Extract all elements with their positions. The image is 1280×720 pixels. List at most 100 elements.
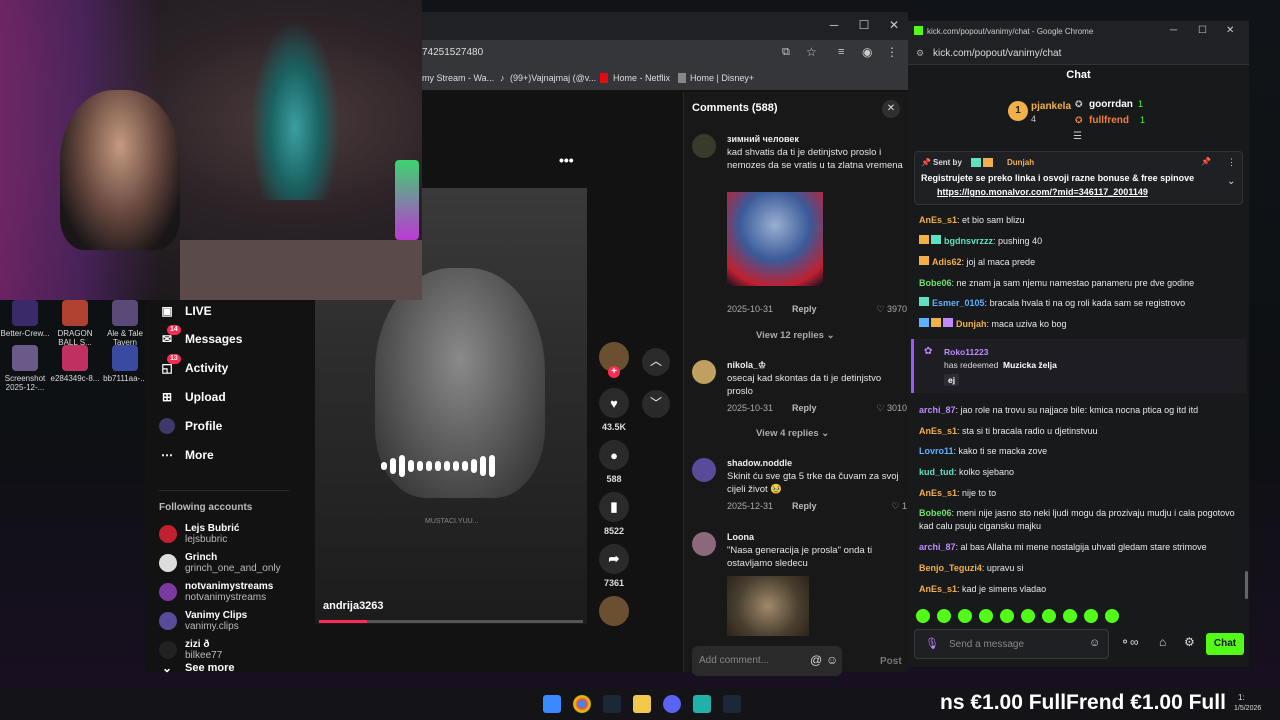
address-bar[interactable]: 74251527480 ⧉ ☆ ≡ ◉ ⋮: [422, 40, 908, 68]
comment-like-button[interactable]: ♡ 3970: [876, 304, 907, 315]
video-author[interactable]: andrija3263: [323, 600, 384, 612]
chat-username[interactable]: Bobe06: [919, 508, 952, 518]
comment-author[interactable]: зимний человек: [727, 134, 799, 144]
bookmark-item[interactable]: (99+)Vajnajmaj (@v...: [510, 73, 596, 83]
sound-avatar[interactable]: [597, 596, 631, 630]
emote-icon[interactable]: [979, 609, 993, 623]
chevron-down-icon[interactable]: ⌄: [1227, 176, 1235, 187]
avatar[interactable]: [692, 532, 716, 556]
chat-username[interactable]: Bobe06: [919, 278, 952, 288]
close-icon[interactable]: ✕: [886, 18, 902, 32]
emote-icon[interactable]: [1000, 609, 1014, 623]
store-icon[interactable]: ⌂: [1159, 635, 1166, 649]
close-icon[interactable]: ✕: [1226, 25, 1234, 36]
emote-icon[interactable]: [1021, 609, 1035, 623]
chat-username[interactable]: AnEs_s1: [919, 584, 957, 594]
comment-like-button[interactable]: ♡ 3010: [876, 403, 907, 414]
emote-icon[interactable]: [916, 609, 930, 623]
chat-username[interactable]: kud_tud: [919, 467, 954, 477]
leaderboard-name[interactable]: pjankela: [1031, 101, 1071, 112]
next-video-button[interactable]: ﹀: [642, 390, 670, 418]
avatar[interactable]: [692, 134, 716, 158]
chat-username[interactable]: Benjo_Teguzi4: [919, 563, 982, 573]
bookmark-item[interactable]: my Stream - Wa...: [422, 73, 494, 83]
creator-avatar[interactable]: +: [597, 342, 631, 378]
see-more-link[interactable]: ⌄ See more: [159, 657, 235, 679]
unpin-icon[interactable]: 📌: [1201, 157, 1211, 166]
nav-live[interactable]: ▣ LIVE: [159, 300, 211, 322]
avatar[interactable]: [692, 458, 716, 482]
comment-author[interactable]: shadow.noddle: [727, 458, 792, 468]
view-replies-button[interactable]: View 4 replies ⌄: [756, 428, 829, 439]
pinned-user[interactable]: Dunjah: [1007, 158, 1034, 167]
app-icon[interactable]: [693, 695, 711, 713]
save-button[interactable]: ▮ 8522: [597, 492, 631, 536]
chat-username[interactable]: AnEs_s1: [919, 426, 957, 436]
site-settings-icon[interactable]: ⚙: [916, 48, 924, 59]
following-account[interactable]: Lejs Bubrić lejsbubric: [159, 520, 239, 548]
minimize-icon[interactable]: ─: [1170, 25, 1177, 36]
comment-author[interactable]: Loona: [727, 532, 754, 542]
following-account[interactable]: Grinch grinch_one_and_only: [159, 549, 281, 577]
address-bar[interactable]: ⚙ kick.com/popout/vanimy/chat: [908, 43, 1249, 65]
maximize-icon[interactable]: ☐: [856, 18, 872, 32]
pinned-menu-icon[interactable]: ⋮: [1227, 157, 1236, 168]
expand-leaderboard-icon[interactable]: ☰: [1073, 131, 1082, 142]
pinned-link[interactable]: https://lgno.monalvor.com/?mid=346117_20…: [937, 187, 1148, 197]
nav-more[interactable]: ⋯ More: [159, 444, 214, 466]
chat-username[interactable]: Esmer_0105: [932, 298, 985, 308]
chat-username[interactable]: AnEs_s1: [919, 488, 957, 498]
post-button[interactable]: Post: [880, 656, 902, 667]
previous-video-button[interactable]: ︿: [642, 348, 670, 376]
nav-activity[interactable]: ◱ 13 Activity: [159, 354, 228, 379]
nav-messages[interactable]: ✉ 14 Messages: [159, 325, 242, 350]
mention-icon[interactable]: @: [810, 653, 822, 667]
discord-icon[interactable]: [663, 695, 681, 713]
steam-icon[interactable]: [603, 695, 621, 713]
chat-username[interactable]: Lovro11: [919, 446, 954, 456]
video-progress-track[interactable]: [319, 620, 583, 623]
view-replies-button[interactable]: View 12 replies ⌄: [756, 330, 835, 341]
desktop-icon[interactable]: Better-Crew...: [0, 300, 50, 338]
comment-image[interactable]: [727, 576, 809, 636]
settings-icon[interactable]: ⚙: [1184, 635, 1195, 649]
desktop-icon[interactable]: DRAGON BALL S...: [50, 300, 100, 347]
reply-button[interactable]: Reply: [792, 304, 817, 314]
steam-icon[interactable]: [723, 695, 741, 713]
close-comments-button[interactable]: ✕: [882, 100, 900, 118]
chat-username[interactable]: AnEs_s1: [919, 215, 957, 225]
like-button[interactable]: ♥ 43.5K: [597, 388, 631, 432]
send-chat-button[interactable]: Chat: [1206, 633, 1244, 655]
channel-points-icon[interactable]: ⚬∞: [1120, 635, 1139, 649]
comment-image[interactable]: [727, 192, 823, 286]
chat-username[interactable]: archi_87: [919, 542, 956, 552]
bookmark-star-icon[interactable]: ☆: [806, 45, 817, 59]
desktop-icon[interactable]: Ale & Tale Tavern: [100, 300, 150, 347]
following-account[interactable]: notvanimystreams notvanimystreams: [159, 578, 273, 606]
reply-button[interactable]: Reply: [792, 403, 817, 413]
reply-button[interactable]: Reply: [792, 501, 817, 511]
share-button[interactable]: ➦ 7361: [597, 544, 631, 588]
maximize-icon[interactable]: ☐: [1198, 25, 1207, 36]
bookmark-item[interactable]: Home - Netflix: [613, 73, 670, 83]
windows-start-icon[interactable]: [543, 695, 561, 713]
emoji-icon[interactable]: ☺: [826, 653, 838, 667]
nav-upload[interactable]: ⊞ Upload: [159, 386, 226, 408]
chrome-icon[interactable]: [573, 695, 591, 713]
comment-input[interactable]: Add comment... @ ☺: [692, 646, 842, 676]
desktop-icon[interactable]: e284349c-8...: [50, 345, 100, 383]
comment-author[interactable]: nikola_♔: [727, 360, 766, 371]
leaderboard-name[interactable]: fullfrend: [1089, 115, 1129, 126]
install-app-icon[interactable]: ⧉: [782, 46, 790, 59]
chat-username[interactable]: bgdnsvrzzz: [944, 236, 993, 246]
desktop-icon[interactable]: Screenshot 2025-12-...: [0, 345, 50, 392]
bookmark-item[interactable]: Home | Disney+: [690, 73, 754, 83]
emoji-icon[interactable]: ☺: [1089, 637, 1100, 649]
emote-icon[interactable]: [1042, 609, 1056, 623]
microphone-icon[interactable]: 🎙: [925, 637, 939, 650]
file-explorer-icon[interactable]: [633, 695, 651, 713]
desktop-icon[interactable]: bb7111aa-...: [100, 345, 150, 383]
minimize-icon[interactable]: ─: [826, 18, 842, 32]
comment-button[interactable]: ● 588: [597, 440, 631, 484]
chat-input[interactable]: 🎙 Send a message ☺: [914, 629, 1109, 659]
